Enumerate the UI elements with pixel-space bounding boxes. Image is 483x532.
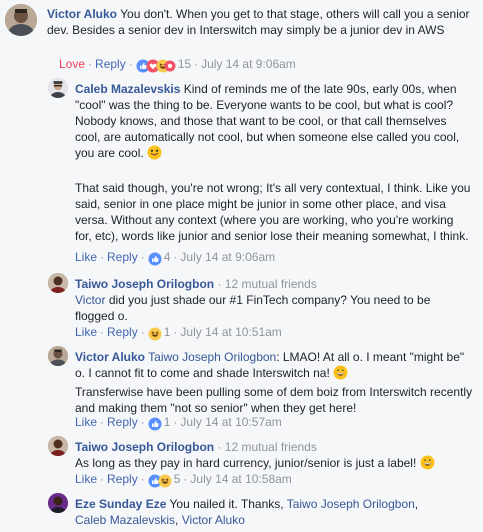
mention[interactable]: Taiwo Joseph Orilogbon [148, 350, 276, 364]
comment-body: Taiwo Joseph Orilogbon · 12 mutual frien… [75, 277, 431, 323]
comment-actions: Like · Reply · 4 · July 14 at 9:06am [75, 250, 276, 266]
comment-author[interactable]: Caleb Mazalevskis [75, 82, 180, 96]
reactions-summary[interactable] [148, 327, 162, 341]
comment-body: Taiwo Joseph Orilogbon · 12 mutual frien… [75, 439, 473, 474]
comment-text-para-2: That said though, you're not wrong; It's… [75, 181, 471, 243]
comment-author[interactable]: Taiwo Joseph Orilogbon [75, 440, 214, 454]
comment-author[interactable]: Taiwo Joseph Orilogbon [75, 277, 214, 291]
haha-icon [158, 474, 172, 488]
comment-actions: Like · Reply · 1 · July 14 at 10:57am [75, 415, 282, 431]
comment-thread: Victor Aluko You don't. When you get to … [0, 0, 483, 532]
reaction-count: 1 [163, 325, 171, 339]
comment-author[interactable]: Victor Aluko [75, 350, 145, 364]
comment-actions: Love · Reply · 15 · July 14 at 9:06am [59, 57, 296, 73]
avatar[interactable] [5, 4, 37, 36]
reaction-count: 4 [163, 250, 171, 264]
reaction-count: 1 [163, 415, 171, 429]
comment-text: You nailed it. Thanks, [169, 497, 284, 511]
avatar[interactable] [48, 493, 68, 513]
haha-icon [148, 327, 162, 341]
timestamp[interactable]: July 14 at 10:51am [180, 325, 281, 339]
comment-victor-aluko: Victor Aluko You don't. When you get to … [0, 0, 483, 76]
reply-button[interactable]: Reply [107, 472, 138, 486]
mention[interactable]: Caleb Mazalevskis [75, 513, 175, 527]
timestamp[interactable]: July 14 at 10:57am [180, 415, 281, 429]
reply-button[interactable]: Reply [107, 325, 138, 339]
avatar[interactable] [48, 78, 68, 98]
reactions-summary[interactable] [148, 474, 172, 488]
avatar[interactable] [48, 273, 68, 293]
comment-author[interactable]: Victor Aluko [47, 7, 117, 21]
timestamp[interactable]: July 14 at 9:06am [201, 57, 296, 71]
mutual-friends[interactable]: 12 mutual friends [225, 277, 317, 291]
tongue-out-emoji-icon [147, 145, 162, 164]
reply-button[interactable]: Reply [107, 250, 138, 264]
like-button[interactable]: Like [75, 325, 97, 339]
mutual-friends[interactable]: 12 mutual friends [225, 440, 317, 454]
timestamp[interactable]: July 14 at 9:06am [180, 250, 275, 264]
reactions-summary[interactable] [148, 417, 162, 431]
comment-actions: Like · Reply · 5 · July 14 at 10:58am [75, 472, 292, 488]
comment-text: did you just shade our #1 FinTech compan… [75, 293, 431, 323]
avatar[interactable] [48, 436, 68, 456]
reactions-summary[interactable] [136, 59, 176, 73]
reply-button[interactable]: Reply [95, 57, 126, 71]
comment-actions: Like · Reply · 1 · July 14 at 10:51am [75, 325, 282, 341]
like-button[interactable]: Like [75, 472, 97, 486]
comment-author[interactable]: Eze Sunday Eze [75, 497, 166, 511]
grinning-emoji-icon [420, 455, 435, 474]
comment-body: Victor Aluko Taiwo Joseph Orilogbon: LMA… [75, 349, 473, 416]
mention[interactable]: Victor Aluko [182, 513, 245, 527]
reaction-count: 5 [173, 472, 181, 486]
avatar[interactable] [48, 346, 68, 366]
reactions-summary[interactable] [148, 252, 162, 266]
grinning-emoji-icon [333, 365, 348, 384]
comment-text: As long as they pay in hard currency, ju… [75, 456, 417, 470]
reply-button[interactable]: Reply [107, 415, 138, 429]
like-button[interactable]: Like [75, 415, 97, 429]
comment-body: Eze Sunday Eze You nailed it. Thanks, Ta… [75, 497, 419, 527]
mention[interactable]: Victor [75, 293, 105, 307]
comment-body: Caleb Mazalevskis Kind of reminds me of … [75, 81, 473, 244]
comment-text-b: Transferwise have been pulling some of d… [75, 385, 473, 415]
mention[interactable]: Taiwo Joseph Orilogbon [287, 497, 415, 511]
love-button[interactable]: Love [59, 57, 85, 71]
like-button[interactable]: Like [75, 250, 97, 264]
comment-body: Victor Aluko You don't. When you get to … [47, 6, 472, 38]
timestamp[interactable]: July 14 at 10:58am [190, 472, 291, 486]
reaction-count: 15 [177, 57, 192, 71]
